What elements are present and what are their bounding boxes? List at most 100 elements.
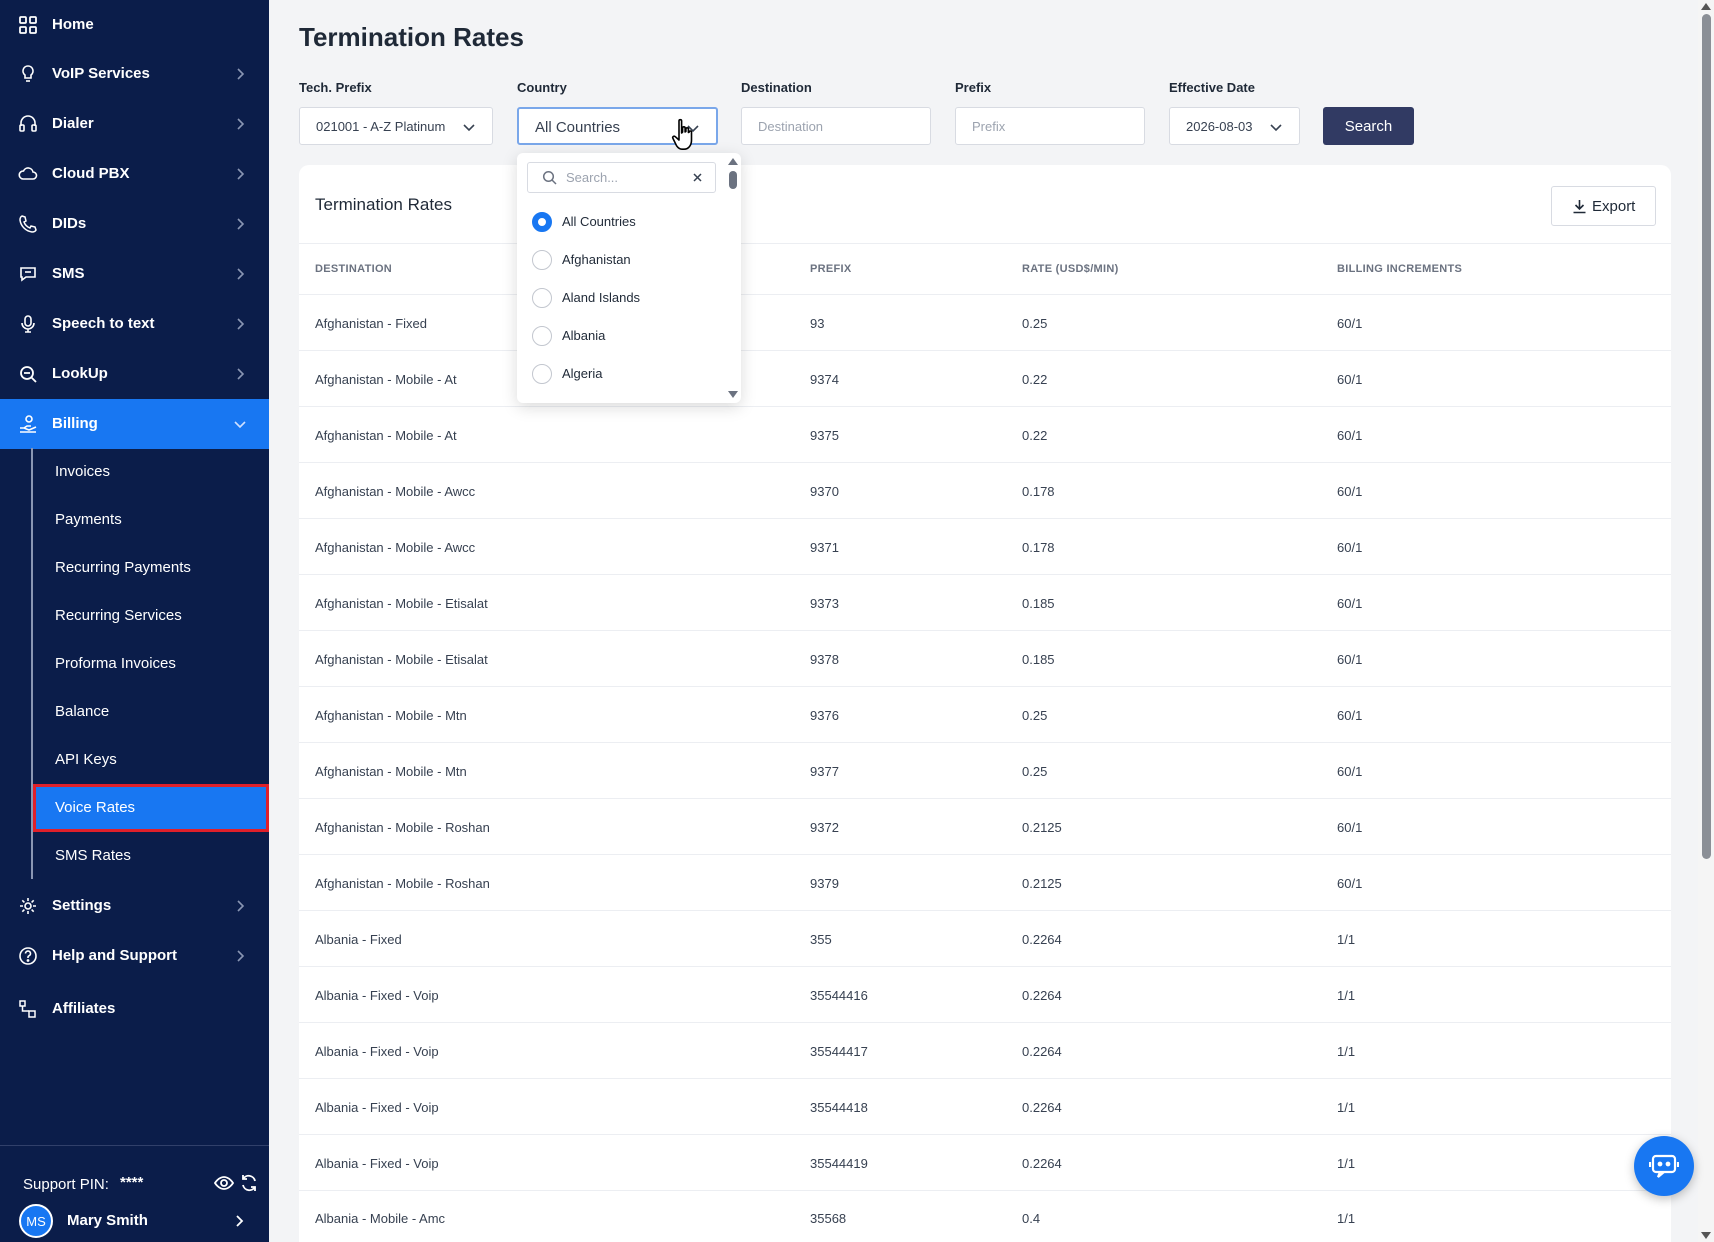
sidebar-item-recurring-payments[interactable]: Recurring Payments (33, 544, 269, 592)
effective-date-value: 2026-08-03 (1186, 119, 1253, 134)
sub-label: Balance (55, 703, 110, 720)
prefix-input[interactable] (956, 108, 1144, 144)
prefix-field[interactable] (955, 107, 1145, 145)
chevron-right-icon (237, 218, 245, 230)
column-header-billing-increments[interactable]: BILLING INCREMENTS (1337, 263, 1462, 275)
chevron-right-icon (237, 368, 245, 380)
scroll-up-arrow-icon[interactable] (728, 158, 738, 165)
cell-billing: 1/1 (1337, 1100, 1356, 1115)
scroll-up-arrow-icon[interactable] (1701, 3, 1711, 10)
country-option-all-countries[interactable]: All Countries (532, 206, 712, 236)
effective-date-select[interactable]: 2026-08-03 (1169, 107, 1300, 145)
cell-rate: 0.2264 (1022, 1100, 1062, 1115)
cell-prefix: 35544418 (810, 1100, 868, 1115)
cell-prefix: 9377 (810, 764, 839, 779)
option-label: All Countries (562, 214, 636, 229)
column-header-rate[interactable]: RATE (USD$/MIN) (1022, 263, 1119, 275)
sidebar-footer: Support PIN: **** MS Mary Smith (0, 1145, 269, 1242)
export-label: Export (1592, 198, 1636, 215)
column-header-prefix[interactable]: PREFIX (810, 263, 852, 275)
column-header-destination[interactable]: DESTINATION (315, 263, 392, 275)
divider (299, 243, 1671, 244)
chevron-down-icon (1270, 124, 1282, 132)
radio[interactable] (532, 364, 552, 384)
cell-prefix: 9371 (810, 540, 839, 555)
cell-billing: 60/1 (1337, 372, 1363, 387)
radio[interactable] (532, 288, 552, 308)
close-icon[interactable] (692, 172, 703, 183)
cell-prefix: 35544417 (810, 1044, 868, 1059)
radio[interactable] (532, 250, 552, 270)
scroll-down-arrow-icon[interactable] (1701, 1232, 1711, 1239)
headset-icon (19, 115, 37, 132)
cell-billing: 60/1 (1337, 876, 1363, 891)
sidebar-item-sms-rates[interactable]: SMS Rates (33, 832, 269, 880)
country-dropdown: All Countries Afghanistan Aland Islands … (517, 153, 741, 403)
radio-selected[interactable] (532, 212, 552, 232)
country-option-algeria[interactable]: Algeria (532, 358, 712, 388)
cell-destination: Albania - Fixed - Voip (315, 1100, 439, 1115)
user-name[interactable]: Mary Smith (67, 1212, 148, 1229)
chevron-right-icon (237, 268, 245, 280)
nav-help-and-support[interactable]: Help and Support (0, 931, 269, 981)
table-row: Afghanistan - Mobile - Mtn 9377 0.25 60/1 (299, 743, 1671, 799)
nav-cloud-pbx[interactable]: Cloud PBX (0, 149, 269, 199)
sidebar-item-payments[interactable]: Payments (33, 496, 269, 544)
table-row: Afghanistan - Mobile - Etisalat 9373 0.185… (299, 575, 1671, 631)
eye-icon[interactable] (214, 1174, 234, 1192)
cell-prefix: 9375 (810, 428, 839, 443)
sidebar-item-voice-rates[interactable]: Voice Rates (33, 784, 269, 832)
scrollbar-thumb[interactable] (729, 171, 737, 189)
radio[interactable] (532, 326, 552, 346)
nav-voip-services[interactable]: VoIP Services (0, 49, 269, 99)
chevron-right-icon (237, 168, 245, 180)
country-search-input[interactable] (566, 163, 686, 192)
avatar[interactable]: MS (19, 1204, 53, 1238)
scrollbar-thumb[interactable] (1702, 14, 1711, 859)
chat-support-button[interactable] (1634, 1136, 1694, 1196)
destination-field[interactable] (741, 107, 931, 145)
sidebar-item-api-keys[interactable]: API Keys (33, 736, 269, 784)
sidebar-item-recurring-services[interactable]: Recurring Services (33, 592, 269, 640)
cell-prefix: 35544416 (810, 988, 868, 1003)
export-button[interactable]: Export (1551, 186, 1656, 226)
country-option-albania[interactable]: Albania (532, 320, 712, 350)
country-option-afghanistan[interactable]: Afghanistan (532, 244, 712, 274)
sidebar-item-balance[interactable]: Balance (33, 688, 269, 736)
nav-billing[interactable]: Billing (0, 399, 269, 449)
cell-prefix: 9372 (810, 820, 839, 835)
refresh-icon[interactable] (240, 1174, 258, 1192)
nav-lookup[interactable]: LookUp (0, 349, 269, 399)
nav-dids[interactable]: DIDs (0, 199, 269, 249)
page-scrollbar[interactable] (1698, 0, 1714, 1242)
country-search[interactable] (527, 162, 716, 193)
cell-prefix: 9373 (810, 596, 839, 611)
sidebar-item-invoices[interactable]: Invoices (33, 448, 269, 496)
nav-settings[interactable]: Settings (0, 881, 269, 931)
nav-dialer[interactable]: Dialer (0, 99, 269, 149)
message-icon (20, 267, 36, 282)
dropdown-scrollbar[interactable] (725, 153, 741, 403)
nav-sms[interactable]: SMS (0, 249, 269, 299)
cell-billing: 60/1 (1337, 820, 1363, 835)
country-option-aland-islands[interactable]: Aland Islands (532, 282, 712, 312)
scroll-down-arrow-icon[interactable] (728, 391, 738, 398)
zoom-icon (20, 366, 37, 383)
sidebar-item-proforma-invoices[interactable]: Proforma Invoices (33, 640, 269, 688)
cell-billing: 60/1 (1337, 764, 1363, 779)
cell-billing: 1/1 (1337, 1044, 1356, 1059)
tech-prefix-select[interactable]: 021001 - A-Z Platinum (299, 107, 493, 145)
rates-card: Termination Rates Export DESTINATION PRE… (299, 165, 1671, 1242)
table-row: Afghanistan - Mobile - Etisalat 9378 0.185… (299, 631, 1671, 687)
sub-label: Recurring Payments (55, 559, 191, 576)
chevron-right-icon[interactable] (232, 1214, 246, 1228)
nav-home[interactable]: Home (0, 0, 269, 50)
option-label: Albania (562, 328, 606, 343)
cell-rate: 0.22 (1022, 428, 1048, 443)
search-button[interactable]: Search (1323, 107, 1414, 145)
nav-affiliates[interactable]: Affiliates (0, 984, 269, 1034)
search-icon (542, 170, 557, 185)
destination-input[interactable] (742, 108, 930, 144)
cell-rate: 0.2264 (1022, 932, 1062, 947)
nav-speech-to-text[interactable]: Speech to text (0, 299, 269, 349)
